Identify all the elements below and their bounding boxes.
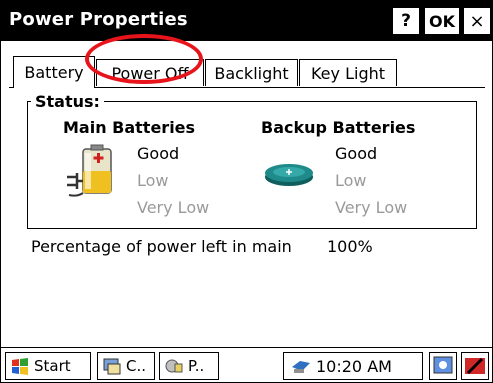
ok-button[interactable]: OK — [425, 8, 459, 34]
input-panel-icon — [465, 357, 485, 375]
battery-icon — [67, 144, 112, 197]
clock: 10:20 AM — [316, 356, 392, 376]
start-button[interactable]: Start — [5, 352, 91, 380]
taskbar: Start C.. P.. 10:20 AM — [1, 347, 492, 382]
backup-level-very-low: Very Low — [335, 198, 408, 217]
coin-cell-icon — [265, 164, 313, 186]
main-level-good: Good — [137, 144, 180, 163]
input-panel-button[interactable] — [461, 352, 489, 380]
help-button[interactable]: ? — [393, 8, 419, 34]
backup-batteries-heading: Backup Batteries — [261, 118, 416, 137]
power-properties-window: Power Properties ? OK × Battery Power Of… — [0, 0, 493, 383]
desktop-button[interactable] — [429, 352, 457, 380]
power-icon — [165, 359, 183, 373]
window-title: Power Properties — [9, 9, 188, 30]
task-button-power[interactable]: P.. — [159, 352, 219, 380]
percentage-value: 100% — [327, 237, 373, 256]
close-button[interactable]: × — [464, 8, 490, 34]
title-bar: Power Properties ? OK × — [1, 1, 492, 41]
tab-strip: Battery Power Off Backlight Key Light — [9, 56, 479, 88]
backup-level-good: Good — [335, 144, 378, 163]
system-tray[interactable]: 10:20 AM — [283, 352, 423, 380]
main-level-very-low: Very Low — [137, 198, 210, 217]
tab-key-light[interactable]: Key Light — [299, 59, 397, 86]
main-batteries-heading: Main Batteries — [63, 118, 196, 137]
highlight-annotation — [85, 34, 203, 84]
tab-backlight[interactable]: Backlight — [205, 59, 298, 86]
control-panel-icon — [103, 358, 121, 375]
main-level-low: Low — [137, 171, 169, 190]
network-icon — [292, 361, 310, 373]
task-button-control-panel[interactable]: C.. — [97, 352, 155, 380]
start-label: Start — [34, 357, 71, 375]
task-label-c: C.. — [126, 357, 147, 375]
backup-level-low: Low — [335, 171, 367, 190]
tab-battery[interactable]: Battery — [13, 56, 95, 88]
windows-logo-icon — [12, 358, 28, 375]
task-label-p: P.. — [188, 357, 205, 375]
status-label: Status: — [31, 92, 104, 111]
percentage-label: Percentage of power left in main — [31, 237, 292, 256]
desktop-icon — [433, 356, 453, 374]
